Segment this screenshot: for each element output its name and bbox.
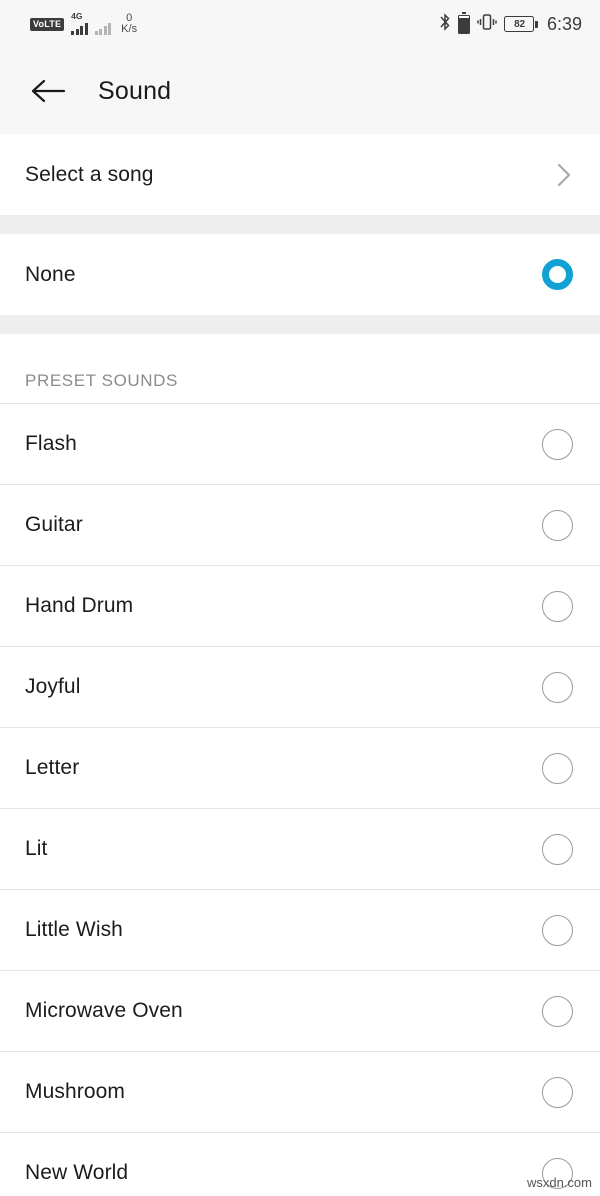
section-divider-band-2 — [0, 315, 600, 334]
signal-strength-icon: 4G — [71, 11, 88, 35]
battery-percent-label: 82 — [504, 16, 535, 32]
status-bar-clock: 6:39 — [546, 13, 582, 34]
battery-cap — [535, 20, 538, 28]
network-speed-indicator: 0 K/s — [121, 13, 137, 35]
radio-sound-option[interactable] — [542, 590, 573, 622]
bluetooth-icon — [439, 12, 451, 36]
sound-option-row[interactable]: Letter — [0, 728, 600, 809]
sound-option-row[interactable]: Guitar — [0, 485, 600, 566]
sound-option-row[interactable]: Joyful — [0, 647, 600, 728]
sound-option-row[interactable]: Lit — [0, 809, 600, 890]
preset-sounds-header-label: PRESET SOUNDS — [25, 371, 178, 390]
status-bar: VoLTE 4G 0 K/s 82 6:39 — [0, 0, 600, 48]
status-bar-left: VoLTE 4G 0 K/s — [30, 11, 137, 35]
sound-option-row[interactable]: Flash — [0, 404, 600, 485]
watermark: wsxdn.com — [526, 1175, 592, 1190]
sound-option-none[interactable]: None — [0, 234, 600, 315]
section-divider-band-1 — [0, 215, 600, 234]
bluetooth-device-battery-icon — [458, 12, 471, 34]
none-section: None — [0, 234, 600, 315]
sound-option-label: Microwave Oven — [25, 999, 183, 1022]
screen-sound-settings: VoLTE 4G 0 K/s 82 6:39 Sound Select a so… — [0, 0, 600, 1196]
radio-sound-option[interactable] — [542, 914, 573, 946]
network-type-label: 4G — [71, 11, 83, 21]
select-song-label: Select a song — [25, 162, 154, 186]
select-song-row[interactable]: Select a song — [0, 134, 600, 215]
chevron-right-icon — [553, 163, 575, 186]
sound-option-row[interactable]: Mushroom — [0, 1052, 600, 1133]
radio-sound-option[interactable] — [542, 995, 573, 1027]
radio-sound-option[interactable] — [542, 671, 573, 703]
battery-icon: 82 — [504, 16, 538, 32]
app-bar: Sound — [0, 48, 600, 134]
sound-option-label: New World — [25, 1161, 129, 1184]
radio-sound-option[interactable] — [542, 752, 573, 784]
signal-strength-secondary-icon — [94, 13, 112, 35]
back-arrow-icon[interactable] — [28, 71, 68, 111]
sound-option-label: Lit — [25, 837, 48, 860]
vibrate-icon — [477, 13, 498, 36]
preset-sounds-header: PRESET SOUNDS — [0, 334, 600, 404]
sound-option-label: Mushroom — [25, 1080, 125, 1103]
signal-bars-secondary — [94, 23, 112, 35]
radio-sound-option[interactable] — [542, 833, 573, 865]
status-bar-right: 82 6:39 — [439, 12, 582, 36]
sound-option-label: Hand Drum — [25, 594, 134, 617]
sound-option-row[interactable]: Little Wish — [0, 890, 600, 971]
signal-bars — [71, 23, 88, 35]
radio-none[interactable] — [542, 259, 573, 290]
network-speed-unit: K/s — [121, 23, 138, 35]
radio-sound-option[interactable] — [542, 509, 573, 541]
select-song-section: Select a song — [0, 134, 600, 215]
none-label: None — [25, 262, 76, 286]
radio-sound-option[interactable] — [542, 1076, 573, 1108]
preset-sounds-list: Flash Guitar Hand Drum Joyful Letter Lit Littl… — [0, 404, 600, 1196]
sound-option-row[interactable]: Hand Drum — [0, 566, 600, 647]
sound-option-row[interactable]: New World — [0, 1133, 600, 1196]
volte-icon: VoLTE — [30, 17, 65, 31]
sound-option-label: Little Wish — [25, 918, 123, 941]
sound-option-label: Letter — [25, 756, 80, 779]
sound-option-label: Joyful — [25, 675, 81, 698]
sound-option-row[interactable]: Microwave Oven — [0, 971, 600, 1052]
page-title: Sound — [98, 76, 172, 105]
sound-option-label: Flash — [25, 432, 77, 455]
radio-sound-option[interactable] — [542, 428, 573, 460]
sound-option-label: Guitar — [25, 513, 83, 536]
